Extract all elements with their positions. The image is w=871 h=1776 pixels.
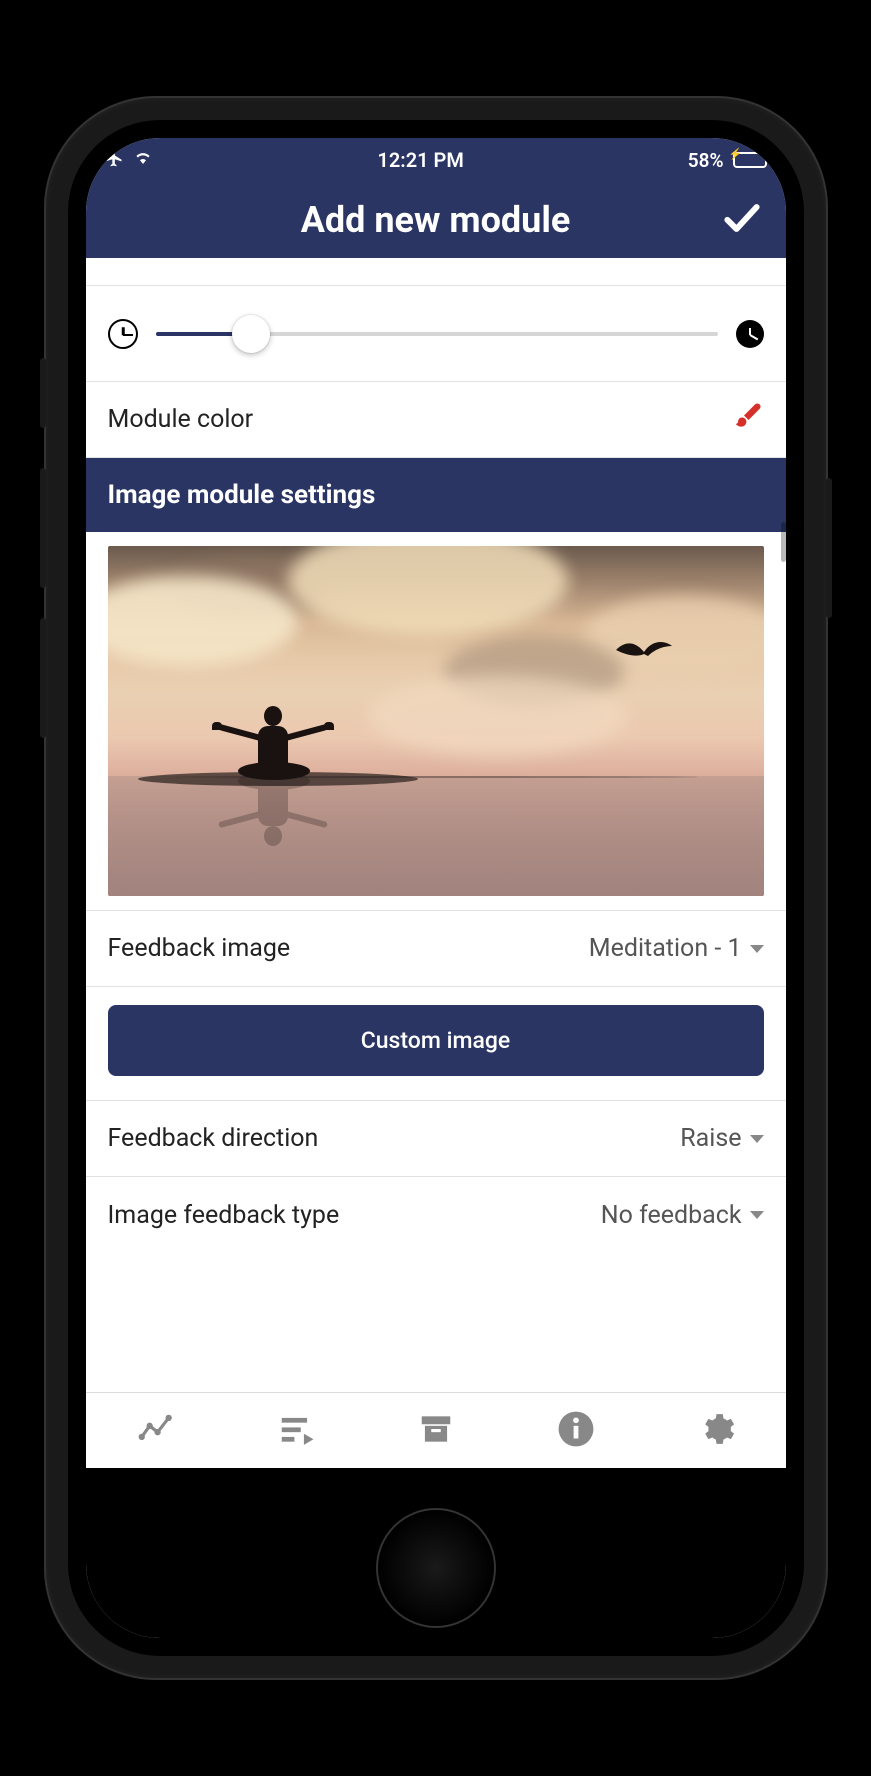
image-preview[interactable]	[108, 546, 764, 896]
wifi-icon	[132, 148, 154, 172]
tab-chart[interactable]	[137, 1410, 175, 1452]
duration-slider-row	[86, 286, 786, 382]
tab-info[interactable]	[557, 1410, 595, 1452]
clock-outline-icon	[108, 319, 138, 349]
phone-bezel: 12:21 PM 58% ⚡ Add new module	[68, 120, 804, 1656]
app-header: Add new module	[86, 182, 786, 258]
feedback-image-select[interactable]: Meditation - 1	[589, 934, 764, 963]
chevron-down-icon	[750, 1211, 764, 1219]
battery-icon: ⚡	[733, 152, 767, 168]
battery-percentage: 58%	[688, 149, 724, 172]
feedback-image-label: Feedback image	[108, 934, 291, 963]
phone-frame: 12:21 PM 58% ⚡ Add new module	[46, 98, 826, 1678]
chevron-down-icon	[750, 945, 764, 953]
feedback-image-row[interactable]: Feedback image Meditation - 1	[86, 911, 786, 987]
image-feedback-type-value: No feedback	[601, 1201, 742, 1230]
duration-slider[interactable]	[156, 332, 718, 336]
side-button-power	[826, 478, 832, 618]
feedback-direction-value: Raise	[680, 1124, 741, 1153]
clock-solid-icon	[736, 320, 764, 348]
module-color-label: Module color	[108, 405, 254, 434]
home-button[interactable]	[376, 1508, 496, 1628]
section-title: Image module settings	[108, 480, 376, 510]
brush-icon	[732, 400, 764, 439]
bird-icon	[614, 636, 674, 670]
tab-playlist[interactable]	[277, 1410, 315, 1452]
chevron-down-icon	[750, 1135, 764, 1143]
custom-image-button[interactable]: Custom image	[108, 1005, 764, 1076]
side-button-volume-up	[40, 468, 46, 588]
tab-settings[interactable]	[697, 1410, 735, 1452]
feedback-image-value: Meditation - 1	[589, 934, 742, 963]
content-scroll[interactable]: Module duration 120s Module color	[86, 258, 786, 1392]
confirm-button[interactable]	[720, 196, 764, 244]
image-feedback-type-select[interactable]: No feedback	[601, 1201, 764, 1230]
tab-bar	[86, 1392, 786, 1468]
status-time: 12:21 PM	[377, 148, 463, 172]
status-bar: 12:21 PM 58% ⚡	[86, 138, 786, 182]
side-button-silent	[40, 358, 46, 428]
slider-thumb[interactable]	[232, 315, 270, 353]
page-title: Add new module	[301, 199, 571, 241]
module-color-row[interactable]: Module color	[86, 382, 786, 458]
custom-image-label: Custom image	[361, 1027, 511, 1054]
feedback-direction-label: Feedback direction	[108, 1124, 319, 1153]
section-image-settings: Image module settings	[86, 458, 786, 532]
tab-archive[interactable]	[417, 1410, 455, 1452]
image-feedback-type-row[interactable]: Image feedback type No feedback	[86, 1177, 786, 1253]
feedback-direction-row[interactable]: Feedback direction Raise	[86, 1101, 786, 1177]
feedback-direction-select[interactable]: Raise	[680, 1124, 763, 1153]
scroll-indicator	[781, 522, 786, 562]
module-duration-row[interactable]: Module duration 120s	[86, 258, 786, 286]
airplane-mode-icon	[104, 148, 124, 173]
image-feedback-type-label: Image feedback type	[108, 1201, 340, 1230]
screen: 12:21 PM 58% ⚡ Add new module	[86, 138, 786, 1638]
side-button-volume-down	[40, 618, 46, 738]
image-preview-container	[86, 532, 786, 911]
